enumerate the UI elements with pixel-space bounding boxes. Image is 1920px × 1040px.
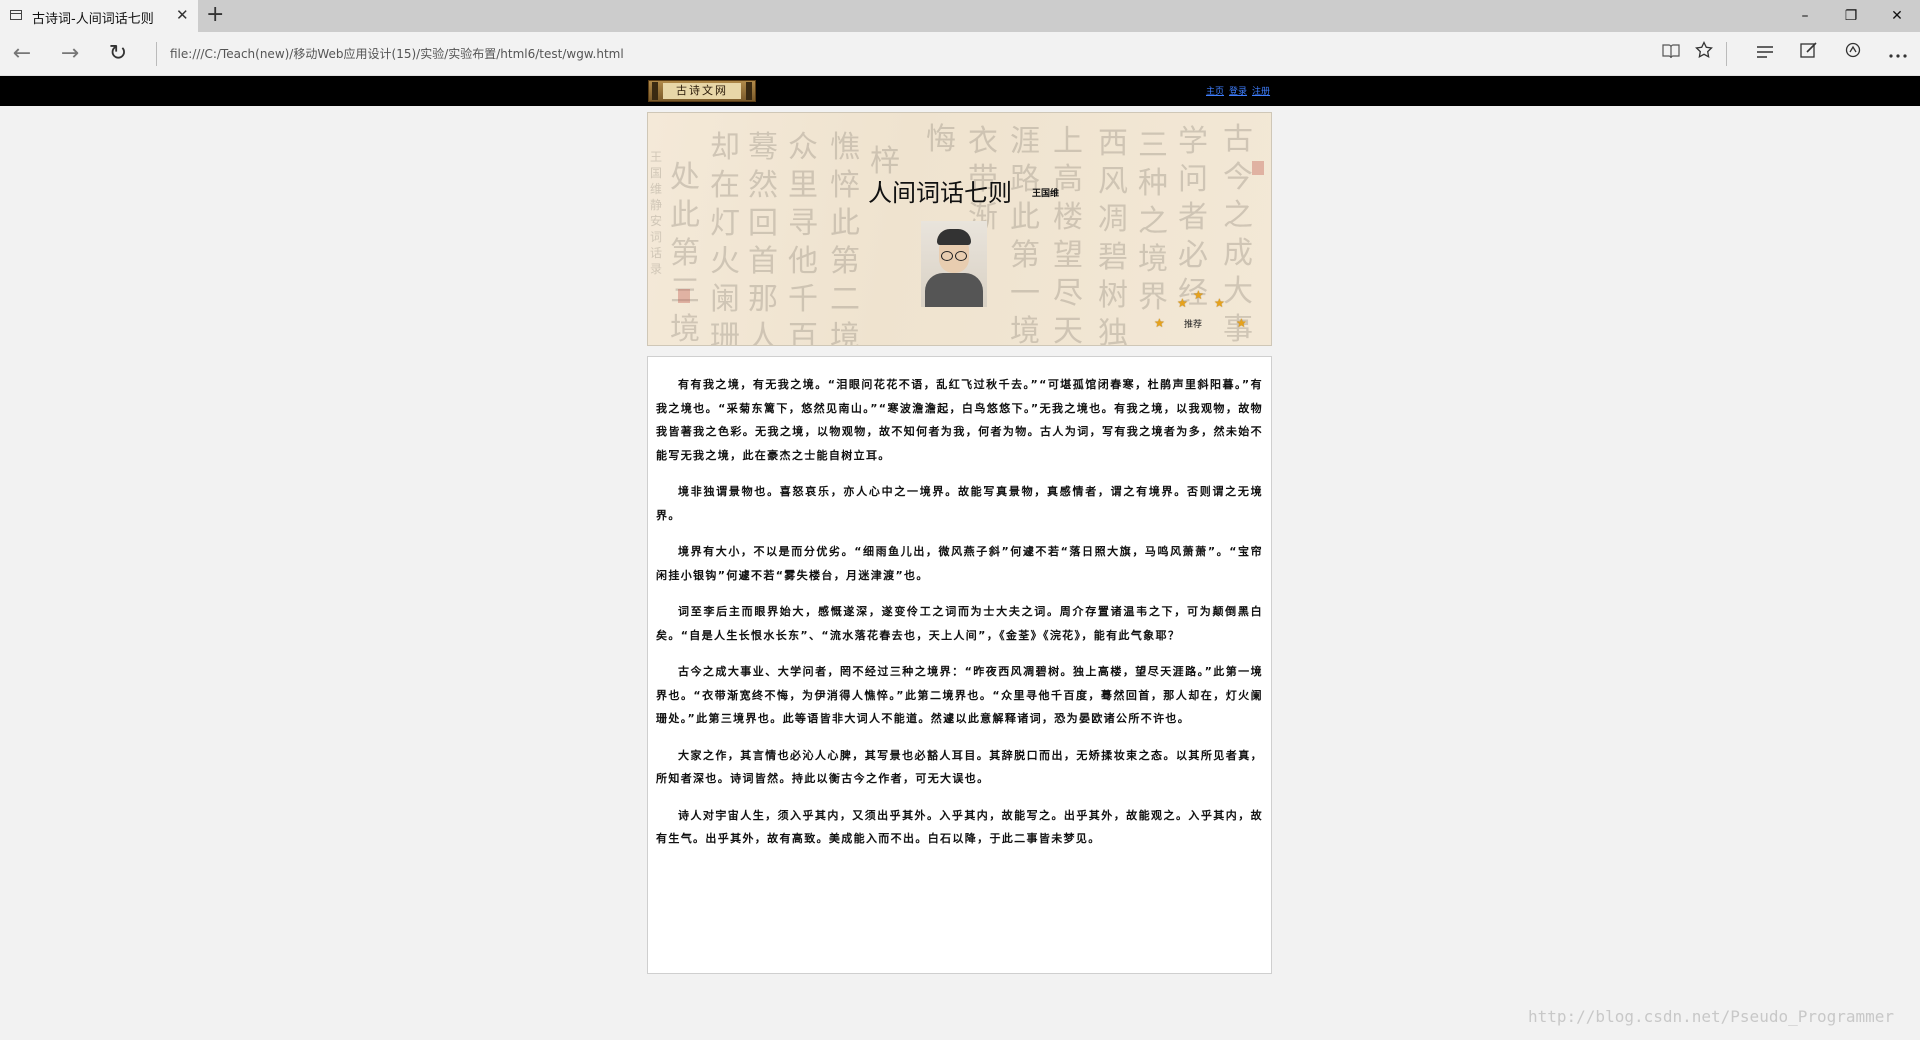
address-separator bbox=[156, 42, 157, 66]
close-tab-icon[interactable]: ✕ bbox=[176, 6, 189, 24]
calligraphy-column: 学问者必经 bbox=[1178, 124, 1208, 311]
poem-paragraph: 境界有大小，不以是而分优劣。“细雨鱼儿出，微风燕子斜”何遽不若“落日照大旗，马鸣… bbox=[656, 545, 1263, 582]
poem-paragraph: 诗人对宇宙人生，须入乎其内，又须出乎其外。入乎其内，故能写之。出乎其外，故能观之… bbox=[656, 808, 1263, 846]
home-link[interactable]: 主页 bbox=[1206, 87, 1224, 97]
calligraphy-column: 众里寻他千百度 bbox=[788, 130, 818, 346]
calligraphy-column: 憔悴此第二境也 bbox=[830, 130, 860, 346]
poem-paragraph: 古今之成大事业、大学问者，罔不经过三种之境界：“昨夜西风凋碧树。独上高楼，望尽天… bbox=[656, 665, 1263, 725]
reading-view-icon[interactable] bbox=[1657, 40, 1685, 68]
calligraphy-column: 古今之成大事业者 bbox=[1223, 122, 1253, 346]
portrait-glasses bbox=[955, 251, 967, 261]
poem-paragraph: 有有我之境，有无我之境。“泪眼问花花不语，乱红飞过秋千去。”“可堪孤馆闭春寒，杜… bbox=[656, 378, 1263, 462]
seal-stamp bbox=[678, 289, 690, 303]
calligraphy-column: 却在灯火阑珊 bbox=[710, 130, 740, 346]
site-top-bar: 古诗文网 主页 登录 注册 bbox=[0, 76, 1920, 106]
register-link[interactable]: 注册 bbox=[1252, 87, 1270, 97]
poem-paragraph: 大家之作，其言情也必沁人心脾，其写景也必豁人耳目。其辞脱口而出，无矫揉妆束之态。… bbox=[656, 748, 1263, 786]
portrait-hair bbox=[937, 229, 971, 245]
portrait-coat bbox=[925, 273, 983, 307]
new-tab-icon[interactable]: + bbox=[206, 3, 224, 27]
recommend-label[interactable]: 推荐 bbox=[1184, 317, 1202, 330]
star-icon[interactable]: ★ bbox=[1154, 317, 1165, 329]
hub-icon[interactable] bbox=[1751, 40, 1779, 68]
poem-content: 有有我之境，有无我之境。“泪眼问花花不语，乱红飞过秋千去。”“可堪孤馆闭春寒，杜… bbox=[647, 356, 1272, 974]
star-icon[interactable]: ★ bbox=[1214, 297, 1225, 309]
calligraphy-column: 蓦然回首那人 bbox=[748, 130, 778, 346]
poem-paragraph: 境非独谓景物也。喜怒哀乐，亦人心中之一境界。故能写真景物，真感情者，谓之有境界。… bbox=[656, 485, 1263, 522]
blog-watermark: http://blog.csdn.net/Pseudo_Programmer bbox=[1528, 1007, 1895, 1026]
browser-tab[interactable]: 古诗词-人间词话七则 ✕ bbox=[0, 0, 198, 32]
logo-text: 古诗文网 bbox=[663, 83, 741, 99]
logo-scroll-right bbox=[746, 82, 752, 100]
forward-icon[interactable]: → bbox=[56, 40, 84, 68]
favorite-star-icon[interactable] bbox=[1690, 40, 1718, 68]
address-bar: ← → ↻ file:///C:/Teach(new)/移动Web应用设计(15… bbox=[0, 32, 1920, 76]
calligraphy-column: 西风凋碧树独 bbox=[1098, 126, 1128, 346]
top-links: 主页 登录 注册 bbox=[1206, 84, 1275, 97]
restore-icon[interactable]: ❐ bbox=[1828, 0, 1874, 32]
poem-banner: 古今之成大事业者 学问者必经 三种之境界 西风凋碧树独 上高楼望尽天 涯路此第一… bbox=[647, 112, 1272, 346]
portrait-glasses bbox=[941, 251, 953, 261]
url-field[interactable]: file:///C:/Teach(new)/移动Web应用设计(15)/实验/实… bbox=[170, 45, 624, 62]
poem-title: 人间词话七则 bbox=[868, 179, 1012, 207]
calligraphy-column: 三种之境界 bbox=[1138, 128, 1168, 315]
calligraphy-column: 悔 bbox=[926, 122, 956, 157]
web-note-icon[interactable] bbox=[1795, 40, 1823, 68]
star-icon[interactable]: ★ bbox=[1236, 317, 1247, 329]
logo-scroll-left bbox=[652, 82, 658, 100]
seal-stamp bbox=[1252, 161, 1264, 175]
calligraphy-signature: 王国维静安词话录 bbox=[650, 150, 663, 276]
star-icon[interactable]: ★ bbox=[1193, 289, 1204, 301]
poem-author: 王国维 bbox=[1032, 189, 1060, 199]
login-link[interactable]: 登录 bbox=[1229, 87, 1247, 97]
page-icon bbox=[10, 10, 22, 20]
author-portrait bbox=[921, 221, 987, 307]
calligraphy-column: 处此第三境也 bbox=[670, 160, 700, 346]
calligraphy-column: 上高楼望尽天 bbox=[1053, 124, 1083, 346]
toolbar-separator bbox=[1726, 42, 1727, 66]
tab-title: 古诗词-人间词话七则 bbox=[32, 12, 154, 27]
minimize-icon[interactable]: – bbox=[1782, 0, 1828, 32]
browser-tab-bar: 古诗词-人间词话七则 ✕ + – ❐ ✕ bbox=[0, 0, 1920, 32]
back-icon[interactable]: ← bbox=[8, 40, 36, 68]
calligraphy-column: 涯路此第一境也 bbox=[1010, 124, 1040, 346]
star-icon[interactable]: ★ bbox=[1177, 297, 1188, 309]
more-icon[interactable] bbox=[1884, 40, 1912, 68]
refresh-icon[interactable]: ↻ bbox=[104, 40, 132, 68]
site-logo[interactable]: 古诗文网 bbox=[648, 80, 756, 102]
close-window-icon[interactable]: ✕ bbox=[1874, 0, 1920, 32]
share-icon[interactable] bbox=[1839, 40, 1867, 68]
poem-paragraph: 词至李后主而眼界始大，感慨遂深，遂变伶工之词而为士大夫之词。周介存置诸温韦之下，… bbox=[656, 605, 1263, 642]
